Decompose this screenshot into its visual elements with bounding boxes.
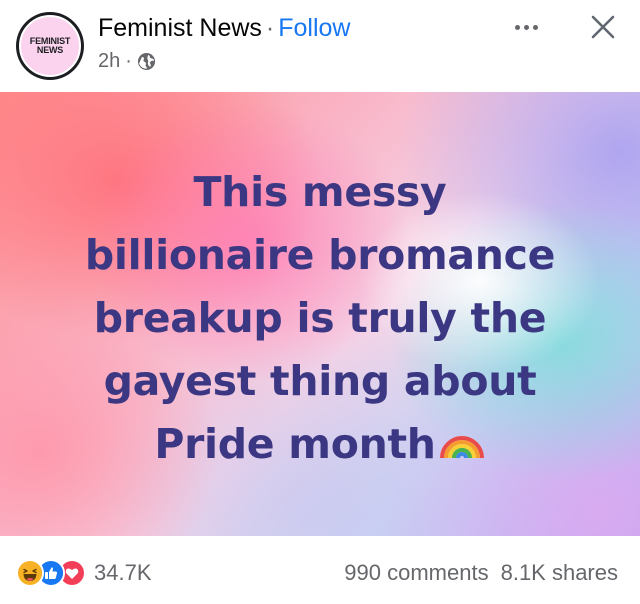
post-text-line: billionaire bromance — [84, 231, 556, 279]
post-text-last: Pride month — [154, 420, 436, 468]
title-separator: · — [265, 14, 275, 42]
haha-icon — [16, 559, 44, 587]
post-text-line: This messy — [193, 168, 447, 216]
post-text: This messy billionaire bromance breakup … — [0, 161, 640, 476]
avatar-logo: FEMINIST NEWS — [19, 15, 81, 77]
meta-separator: · — [125, 50, 132, 72]
page-avatar[interactable]: FEMINIST NEWS — [16, 12, 84, 80]
post-text-line: Pride month — [0, 413, 640, 476]
more-options-button[interactable] — [508, 16, 544, 38]
post-footer: 34.7K 990 comments 8.1K shares — [0, 536, 640, 604]
post-meta: 2h · — [98, 48, 156, 74]
more-horizontal-icon-dot — [523, 24, 529, 30]
shares-count-link[interactable]: 8.1K shares — [501, 559, 618, 587]
globe-icon[interactable] — [137, 52, 156, 71]
post-text-background[interactable]: This messy billionaire bromance breakup … — [0, 92, 640, 536]
engagement-stats: 990 comments 8.1K shares — [344, 559, 618, 587]
post-text-line: gayest thing about — [103, 357, 537, 405]
post-header: FEMINIST NEWS Feminist News · Follow 2h · — [0, 0, 640, 92]
page-name-link[interactable]: Feminist News — [98, 14, 262, 42]
close-icon[interactable] — [588, 12, 618, 42]
rainbow-emoji-icon — [439, 436, 484, 459]
more-horizontal-icon — [514, 24, 520, 30]
post-text-line: breakup is truly the — [93, 294, 547, 342]
title-row: Feminist News · Follow — [98, 12, 351, 44]
reactions-summary[interactable]: 34.7K — [16, 559, 152, 587]
follow-button[interactable]: Follow — [278, 14, 350, 42]
more-horizontal-icon-dot — [532, 24, 538, 30]
post-timestamp[interactable]: 2h — [98, 48, 120, 74]
comments-count-link[interactable]: 990 comments — [344, 559, 488, 587]
reactions-count: 34.7K — [94, 560, 152, 585]
avatar-text-line2: NEWS — [36, 45, 64, 55]
